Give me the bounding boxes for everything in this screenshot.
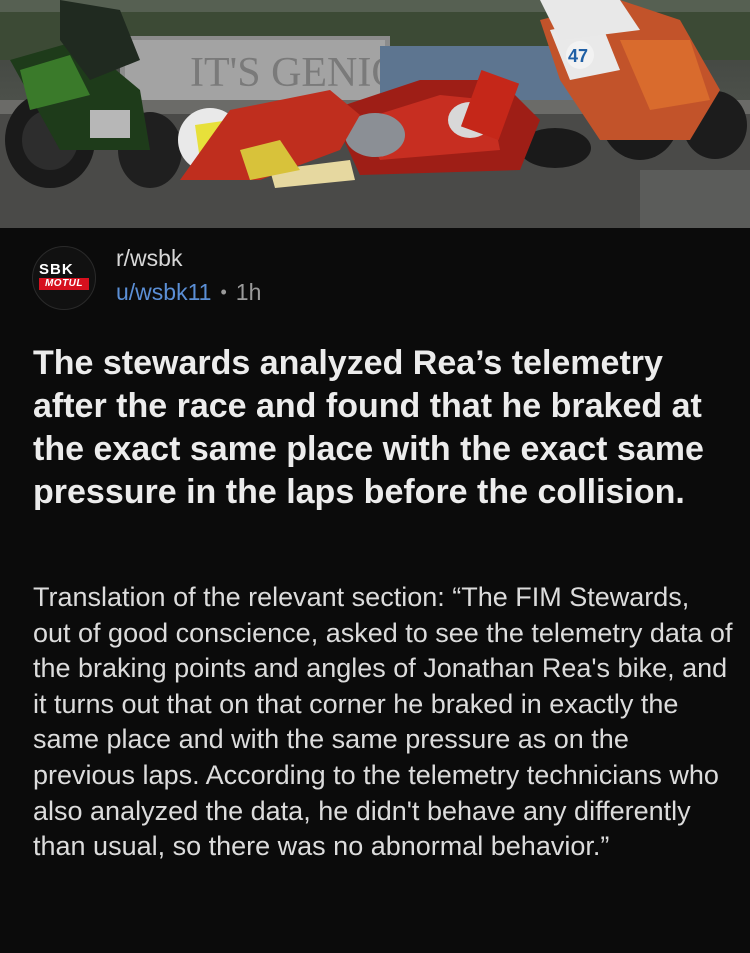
post-image[interactable]: IT'S GENIO 47	[0, 0, 750, 228]
banner-text: IT'S GENIO	[190, 50, 402, 96]
community-avatar[interactable]: SBK MOTUL	[32, 246, 96, 310]
race-crash-photo: IT'S GENIO 47	[0, 0, 750, 228]
subreddit-link[interactable]: r/wsbk	[116, 244, 261, 272]
bike-number: 47	[568, 46, 588, 66]
avatar-motul-text: MOTUL	[39, 278, 89, 290]
post-age: 1h	[235, 279, 262, 305]
avatar-sbk-text: SBK	[39, 261, 74, 278]
separator-dot: •	[220, 282, 227, 302]
author-link[interactable]: u/wsbk11	[116, 278, 211, 306]
post-title[interactable]: The stewards analyzed Rea’s telemetry af…	[33, 342, 733, 514]
post-meta: r/wsbk u/wsbk11 • 1h	[116, 244, 261, 306]
author-line: u/wsbk11 • 1h	[116, 278, 261, 306]
post-container: SBK MOTUL r/wsbk u/wsbk11 • 1h The stewa…	[0, 228, 750, 953]
post-header: SBK MOTUL r/wsbk u/wsbk11 • 1h	[32, 244, 261, 314]
post-body: Translation of the relevant section: “Th…	[33, 582, 733, 862]
